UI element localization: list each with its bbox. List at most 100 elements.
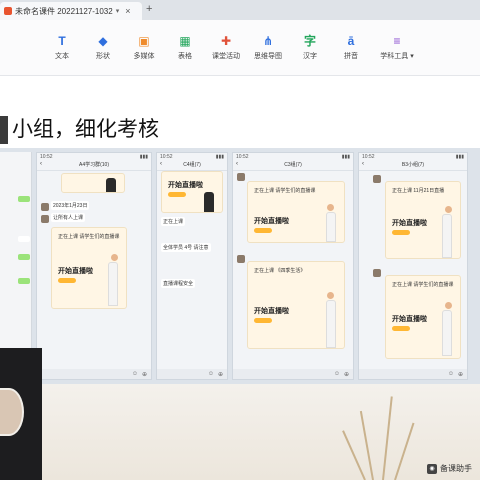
chat-panel-c3: 10:52 ▮▮▮ ‹ C3组(7) 正在上课 请学生们的直播课 开始直播啦 正在上… xyxy=(232,152,354,380)
chat-bubble xyxy=(18,236,30,242)
tool-label: 课堂活动 xyxy=(212,53,240,60)
teacher-head xyxy=(445,206,452,213)
live-card: 正在上课 请学生们的直播课 开始直播啦 xyxy=(385,275,461,359)
live-button xyxy=(392,230,410,235)
reed-decoration xyxy=(342,430,366,480)
teacher-figure xyxy=(442,310,452,356)
mind-map-tool-button[interactable]: ⋔ 思维导图 xyxy=(248,34,288,61)
media-icon: ▣ xyxy=(138,34,150,48)
table-tool-button[interactable]: ▦ 表格 xyxy=(165,34,205,61)
heading-marker xyxy=(0,116,8,144)
wechat-icon: ◉ xyxy=(427,463,437,474)
live-button xyxy=(254,318,272,323)
status-bar: 10:52 ▮▮▮ xyxy=(236,154,350,160)
panel-footer: ☺ ⊕ xyxy=(359,369,467,379)
live-button xyxy=(58,278,76,283)
teacher-figure xyxy=(106,178,116,192)
panel-footer: ☺ ⊕ xyxy=(233,369,353,379)
document-tab[interactable]: 未命名课件 20221127-1032 ▾ × xyxy=(0,2,142,20)
title-bar: 未命名课件 20221127-1032 ▾ × + xyxy=(0,0,480,20)
live-label: 开始直播啦 xyxy=(392,220,427,227)
avatar xyxy=(373,269,381,277)
teacher-figure xyxy=(326,212,336,242)
card-caption: 正在上课 请学生们的直播课 xyxy=(254,188,316,194)
left-chat-panel xyxy=(0,152,32,380)
live-button xyxy=(254,228,272,233)
heading-text: 小组，细化考核 xyxy=(12,117,159,141)
panel-header: ‹ C3组(7) xyxy=(233,161,353,171)
app-logo-icon xyxy=(4,7,12,15)
teacher-figure xyxy=(204,192,214,212)
live-label: 开始直播啦 xyxy=(392,316,427,323)
shape-icon: ◆ xyxy=(98,34,108,48)
card-caption: 正在上课 请学生们的直播课 xyxy=(58,234,120,240)
chat-panel-c4: 10:52 ▮▮▮ ‹ C4组(7) 开始直播啦 正在上课 全体学员 4号 请注意 … xyxy=(156,152,228,380)
tool-label: 形状 xyxy=(96,53,110,60)
tool-label: 拼音 xyxy=(344,53,358,60)
chat-message: 2023年1月23日 xyxy=(51,201,90,210)
ribbon-toolbar: T 文本 ◆ 形状 ▣ 多媒体 ▦ 表格 ✚ 课堂活动 ⋔ 思维导图 字 汉字 … xyxy=(0,20,480,76)
reed-decoration xyxy=(382,396,393,480)
avatar xyxy=(237,255,245,263)
chat-bubble xyxy=(18,254,30,260)
teacher-figure xyxy=(108,262,118,306)
avatar xyxy=(373,175,381,183)
activity-icon: ✚ xyxy=(220,34,232,48)
live-label: 开始直播啦 xyxy=(168,182,203,189)
chat-message: 正在上课 xyxy=(161,217,186,226)
subject-tools-icon: ≡ xyxy=(393,34,401,48)
live-card: 正在上课 请学生们的直播课 开始直播啦 xyxy=(247,181,345,243)
text-icon: T xyxy=(58,34,66,48)
pinyin-tool-button[interactable]: ā 拼音 xyxy=(331,34,371,61)
camera-video-overlay[interactable] xyxy=(0,348,42,480)
tab-title: 未命名课件 20221127-1032 xyxy=(15,6,113,16)
avatar xyxy=(237,173,245,181)
teacher-figure xyxy=(442,214,452,258)
live-label: 开始直播啦 xyxy=(254,218,289,225)
avatar xyxy=(41,215,49,223)
status-bar: 10:52 ▮▮▮ xyxy=(362,154,464,160)
panel-title: C4组(7) xyxy=(183,162,201,168)
panel-header: ‹ B3小组(7) xyxy=(359,161,467,171)
shape-tool-button[interactable]: ◆ 形状 xyxy=(83,34,123,61)
tool-label: 表格 xyxy=(178,53,192,60)
chat-message: 全体学员 4号 请注意 xyxy=(161,243,211,252)
watermark-text: 备课助手 xyxy=(440,464,472,473)
tab-close-icon[interactable]: × xyxy=(125,6,130,16)
panel-title: B3小组(7) xyxy=(401,162,425,168)
card-caption: 正在上课 请学生们的直播课 xyxy=(392,282,454,288)
subject-tools-dropdown[interactable]: ≡ 学科工具 ▾ xyxy=(374,34,420,61)
chat-message: 直播课程安全 xyxy=(161,279,196,288)
panel-footer: ☺ ⊕ xyxy=(157,369,227,379)
panel-title: A4学习群(10) xyxy=(78,162,109,168)
tool-label: 学科工具 ▾ xyxy=(380,53,414,60)
new-tab-button[interactable]: + xyxy=(146,3,152,15)
live-button xyxy=(392,326,410,331)
panel-header: ‹ C4组(7) xyxy=(157,161,227,171)
background-scenery xyxy=(42,384,480,480)
tool-label: 文本 xyxy=(55,53,69,60)
slide-heading[interactable]: 小组，细化考核 xyxy=(0,113,159,144)
tool-label: 多媒体 xyxy=(133,53,155,60)
live-card xyxy=(61,173,125,193)
status-bar: 10:52 ▮▮▮ xyxy=(160,154,224,160)
card-caption: 正在上课 11月21日直播 xyxy=(392,188,445,194)
teacher-head xyxy=(111,254,118,261)
chat-message: 让所有人上课 xyxy=(51,213,86,222)
live-label: 开始直播啦 xyxy=(58,268,93,275)
media-tool-button[interactable]: ▣ 多媒体 xyxy=(124,34,164,61)
text-tool-button[interactable]: T 文本 xyxy=(42,34,82,61)
tab-menu-icon[interactable]: ▾ xyxy=(116,7,120,15)
chat-panel-a4: 10:52 ▮▮▮ ‹ A4学习群(10) 2023年1月23日 让所有人上课 正在… xyxy=(36,152,152,380)
teacher-head xyxy=(445,302,452,309)
class-activity-tool-button[interactable]: ✚ 课堂活动 xyxy=(206,34,246,61)
reed-decoration xyxy=(359,410,374,480)
chat-bubble xyxy=(18,278,30,284)
hanzi-tool-button[interactable]: 字 汉字 xyxy=(290,34,330,61)
live-card: 正在上课 请学生们的直播课 开始直播啦 xyxy=(51,227,127,309)
panel-header: ‹ A4学习群(10) xyxy=(37,161,151,171)
mind-map-icon: ⋔ xyxy=(262,34,274,48)
panel-title: C3组(7) xyxy=(284,162,302,168)
live-button xyxy=(168,192,186,197)
live-card: 正在上课 11月21日直播 开始直播啦 xyxy=(385,181,461,259)
